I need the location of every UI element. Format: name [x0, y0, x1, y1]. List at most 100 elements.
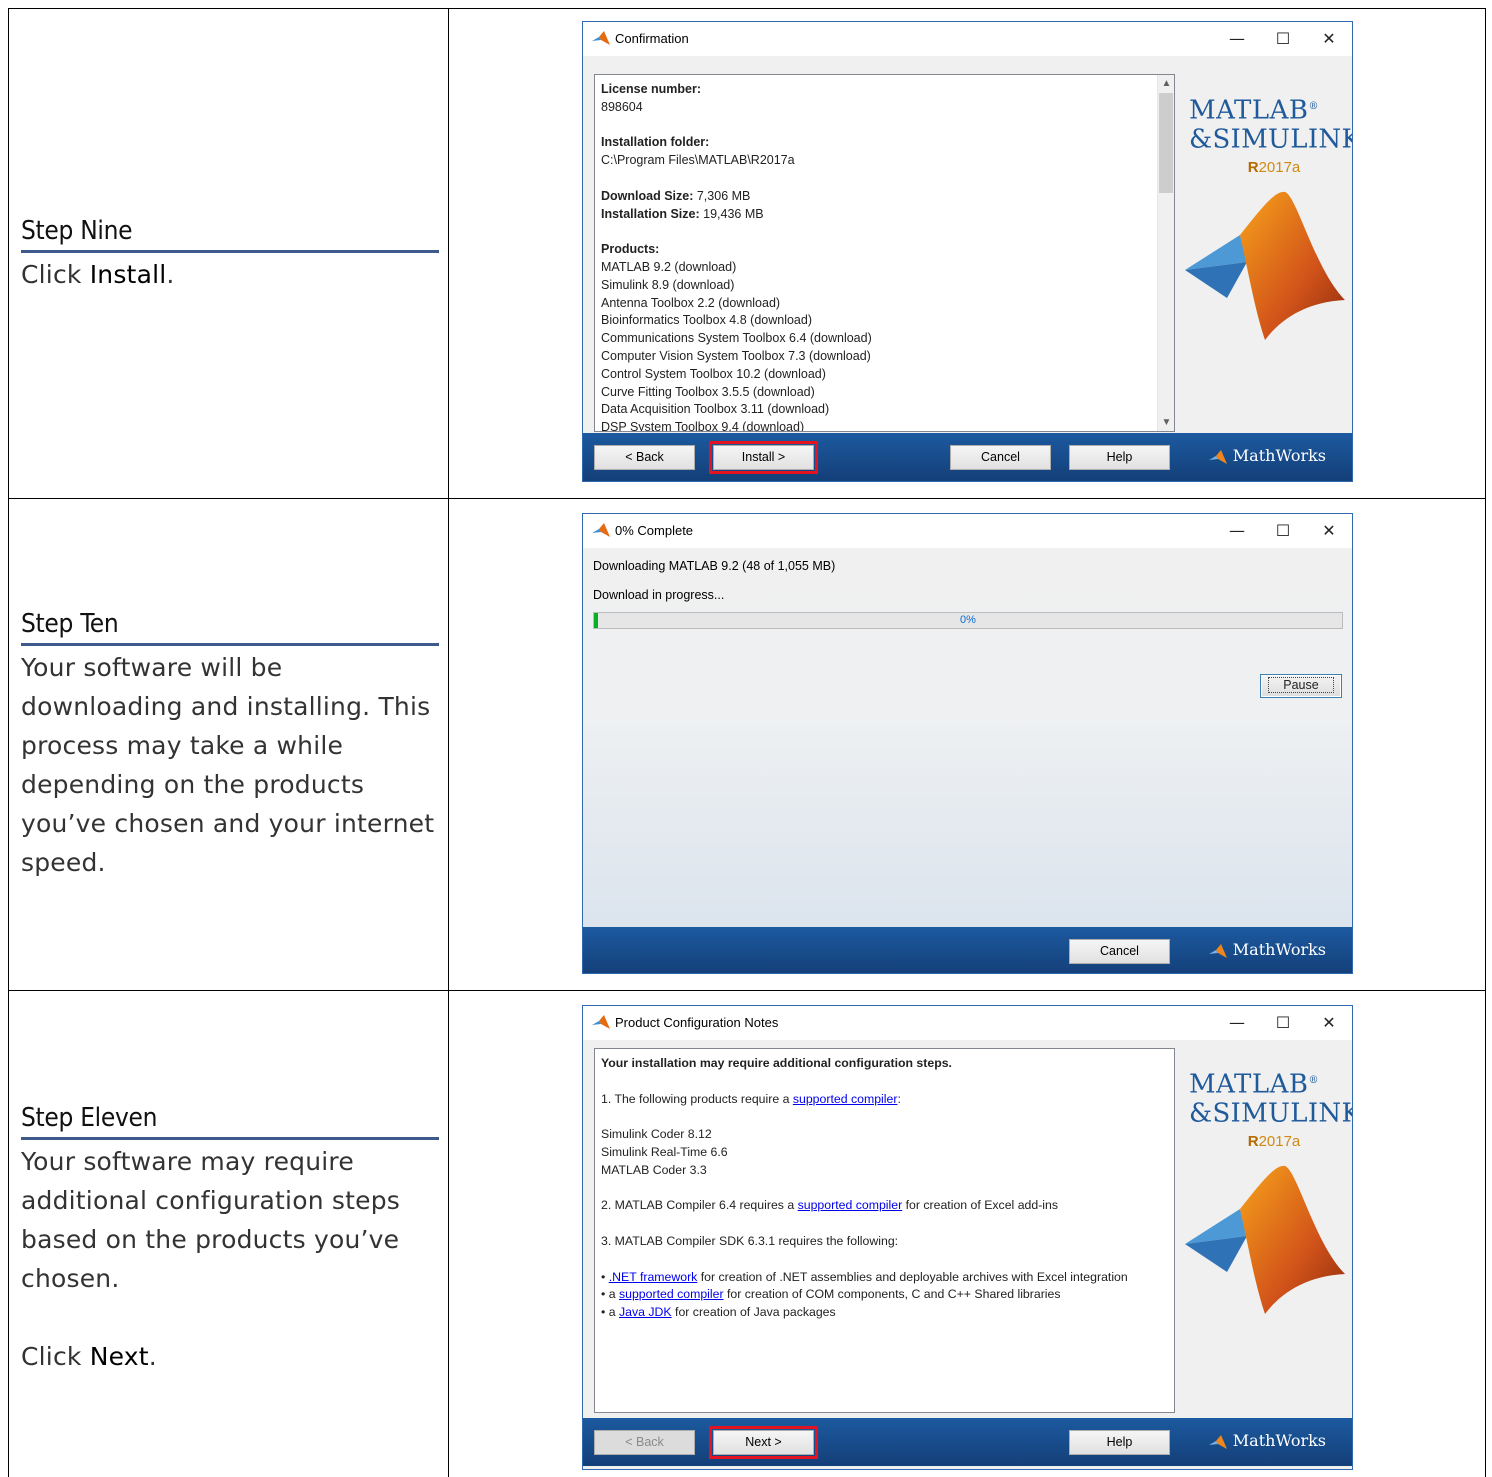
sdk-requirements-list: • .NET framework for creation of .NET as…	[601, 1269, 1168, 1322]
requirement-link[interactable]: supported compiler	[619, 1287, 724, 1301]
help-button[interactable]: Help	[1069, 1430, 1170, 1455]
pause-button[interactable]: Pause	[1260, 674, 1342, 698]
note-item-1: 1. The following products require a supp…	[601, 1091, 901, 1106]
window-title: 0% Complete	[615, 523, 694, 538]
requirement-item: • a Java JDK for creation of Java packag…	[601, 1305, 836, 1320]
compiler-products-list: Simulink Coder 8.12 Simulink Real-Time 6.…	[601, 1126, 1168, 1179]
scroll-thumb[interactable]	[1159, 93, 1173, 193]
folder-value: C:\Program Files\MATLAB\R2017a	[601, 153, 795, 168]
license-value: 898604	[601, 99, 643, 114]
product-item: Curve Fitting Toolbox 3.5.5 (download)	[601, 384, 815, 399]
close-button[interactable]: ✕	[1306, 26, 1352, 52]
summary-listbox[interactable]: License number: 898604 Installation fold…	[594, 74, 1175, 432]
product-item: Communications System Toolbox 6.4 (downl…	[601, 331, 872, 346]
product-item: Bioinformatics Toolbox 4.8 (download)	[601, 313, 812, 328]
requirement-link[interactable]: .NET framework	[609, 1270, 698, 1284]
compiler-product-item: Simulink Coder 8.12	[601, 1127, 712, 1142]
matlab-logo-icon	[592, 523, 610, 537]
confirmation-dialog: Confirmation — ☐ ✕ License number: 89860…	[582, 21, 1353, 482]
supported-compiler-link[interactable]: supported compiler	[798, 1198, 903, 1212]
dialog-content: License number: 898604 Installation fold…	[583, 56, 1352, 481]
compiler-product-item: MATLAB Coder 3.3	[601, 1162, 707, 1177]
products-label: Products:	[601, 242, 660, 257]
folder-label: Installation folder:	[601, 135, 710, 150]
config-notes-dialog: Product Configuration Notes — ☐ ✕ Your i…	[582, 1005, 1353, 1470]
dialog-content: Downloading MATLAB 9.2 (48 of 1,055 MB) …	[583, 548, 1352, 973]
step-nine-row: Step Nine Click Install. Confirmation — …	[9, 9, 1485, 499]
product-item: Antenna Toolbox 2.2 (download)	[601, 295, 781, 310]
dialog-content: Your installation may require additional…	[583, 1040, 1352, 1469]
downloading-label: Downloading MATLAB 9.2 (48 of 1,055 MB)	[593, 559, 836, 573]
requirement-link[interactable]: Java JDK	[619, 1305, 672, 1319]
status-label: Download in progress...	[593, 588, 725, 602]
brand-matlab: MATLAB®	[1189, 95, 1319, 126]
minimize-button[interactable]: —	[1214, 518, 1260, 544]
brand-simulink: &SIMULINK®	[1189, 124, 1353, 155]
scroll-down-icon[interactable]: ▼	[1158, 414, 1174, 431]
minimize-button[interactable]: —	[1214, 1010, 1260, 1036]
notes-heading: Your installation may require additional…	[601, 1056, 952, 1070]
close-button[interactable]: ✕	[1306, 1010, 1352, 1036]
step-title: Step Eleven	[21, 1101, 439, 1140]
product-item: DSP System Toolbox 9.4 (download)	[601, 420, 805, 432]
product-item: Data Acquisition Toolbox 3.11 (download)	[601, 402, 830, 417]
dialog-footer: < Back Install > Cancel Help MathWorks	[583, 433, 1352, 481]
step-nine-text: Step Nine Click Install.	[21, 214, 439, 294]
mathworks-logo: MathWorks	[1207, 446, 1326, 465]
help-button[interactable]: Help	[1069, 445, 1170, 470]
requirement-item: • a supported compiler for creation of C…	[601, 1287, 1061, 1302]
license-label: License number:	[601, 82, 702, 96]
step-ten-text: Step Ten Your software will be downloadi…	[21, 607, 439, 882]
maximize-button[interactable]: ☐	[1260, 518, 1306, 544]
matlab-logo-icon	[592, 1015, 610, 1029]
release-label: R2017a	[1247, 1133, 1301, 1151]
supported-compiler-link[interactable]: supported compiler	[793, 1092, 898, 1106]
progress-percent: 0%	[960, 614, 976, 626]
step-body: Your software may require additional con…	[21, 1147, 400, 1293]
progress-bar: 0%	[593, 612, 1343, 629]
product-item: Computer Vision System Toolbox 7.3 (down…	[601, 348, 871, 363]
title-bar: 0% Complete — ☐ ✕	[583, 514, 1352, 548]
scroll-up-icon[interactable]: ▲	[1158, 75, 1174, 92]
mathworks-membrane-icon	[1208, 943, 1227, 958]
mathworks-logo: MathWorks	[1207, 1431, 1326, 1450]
matlab-logo-icon	[592, 31, 610, 45]
maximize-button[interactable]: ☐	[1260, 26, 1306, 52]
step-eleven-text: Step Eleven Your software may require ad…	[21, 1101, 439, 1376]
step-title: Step Nine	[21, 214, 439, 253]
back-button[interactable]: < Back	[594, 445, 695, 470]
title-bar: Product Configuration Notes — ☐ ✕	[583, 1006, 1352, 1040]
release-label: R2017a	[1247, 159, 1301, 177]
mathworks-logo: MathWorks	[1207, 940, 1326, 959]
next-button[interactable]: Next >	[709, 1426, 818, 1459]
product-item: MATLAB 9.2 (download)	[601, 259, 737, 274]
dialog-footer: < Back Next > Help MathWorks	[583, 1418, 1352, 1466]
close-button[interactable]: ✕	[1306, 518, 1352, 544]
mathworks-membrane-icon	[1208, 1434, 1227, 1449]
vertical-scrollbar[interactable]: ▲ ▼	[1157, 75, 1174, 431]
download-size: Download Size: 7,306 MB	[601, 188, 751, 203]
step-eleven-row: Step Eleven Your software may require ad…	[9, 991, 1485, 1477]
products-list: MATLAB 9.2 (download) Simulink 8.9 (downl…	[601, 259, 1168, 432]
maximize-button[interactable]: ☐	[1260, 1010, 1306, 1036]
requirement-item: • .NET framework for creation of .NET as…	[601, 1269, 1128, 1284]
window-title: Product Configuration Notes	[615, 1015, 779, 1030]
install-button[interactable]: Install >	[709, 441, 818, 474]
compiler-product-item: Simulink Real-Time 6.6	[601, 1144, 728, 1159]
cancel-button[interactable]: Cancel	[950, 445, 1051, 470]
note-item-2: 2. MATLAB Compiler 6.4 requires a suppor…	[601, 1198, 1059, 1213]
back-button[interactable]: < Back	[594, 1430, 695, 1455]
step-body: Click Install.	[21, 260, 175, 289]
product-item: Simulink 8.9 (download)	[601, 277, 735, 292]
brand-matlab: MATLAB®	[1189, 1069, 1319, 1100]
step-title: Step Ten	[21, 607, 439, 646]
brand-simulink: &SIMULINK®	[1189, 1098, 1353, 1129]
installation-size: Installation Size: 19,436 MB	[601, 206, 764, 221]
mathworks-membrane-icon	[1208, 449, 1227, 464]
cancel-button[interactable]: Cancel	[1069, 939, 1170, 964]
matlab-simulink-brand: MATLAB® &SIMULINK® R2017a	[1189, 1068, 1353, 1151]
minimize-button[interactable]: —	[1214, 26, 1260, 52]
step-body-action: Click Next.	[21, 1342, 157, 1371]
membrane-logo-icon	[1185, 191, 1345, 340]
progress-dialog: 0% Complete — ☐ ✕ Downloading MATLAB 9.2…	[582, 513, 1353, 974]
